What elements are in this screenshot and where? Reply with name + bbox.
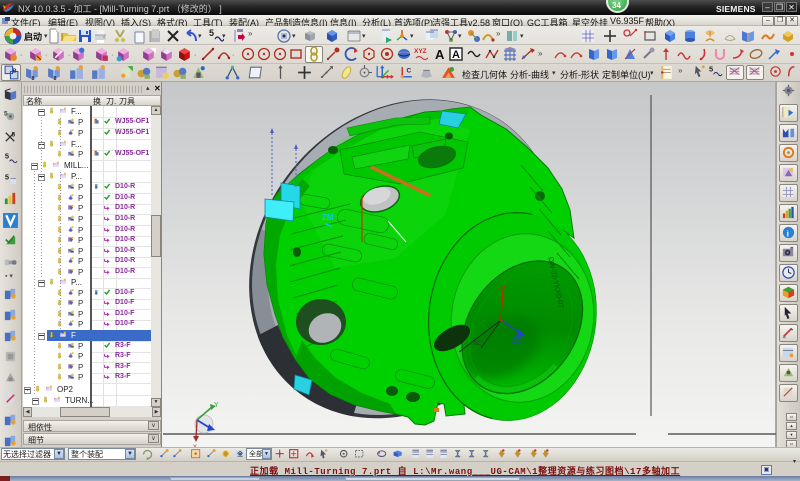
svg-text:XC: XC <box>473 341 482 347</box>
svg-text:ZM: ZM <box>497 286 506 292</box>
svg-text:5: 5 <box>4 111 8 118</box>
svg-text:Y: Y <box>214 402 219 409</box>
svg-text:XYZ: XYZ <box>414 48 427 55</box>
svg-text:C: C <box>407 68 412 75</box>
svg-text:8: 8 <box>31 76 34 81</box>
svg-text:A: A <box>452 49 460 61</box>
svg-text:5: 5 <box>11 132 15 139</box>
svg-text:i: i <box>787 228 789 238</box>
svg-text:8: 8 <box>53 76 56 81</box>
svg-text:ZM: ZM <box>322 213 334 222</box>
svg-text:5: 5 <box>5 172 9 181</box>
svg-text:5: 5 <box>209 28 214 38</box>
svg-text:A: A <box>435 47 445 62</box>
svg-text:5: 5 <box>709 65 713 74</box>
svg-text:B: B <box>13 69 17 75</box>
svg-text:5: 5 <box>5 151 9 160</box>
svg-text:全: 全 <box>236 450 243 458</box>
svg-text:ZC: ZC <box>512 338 521 345</box>
